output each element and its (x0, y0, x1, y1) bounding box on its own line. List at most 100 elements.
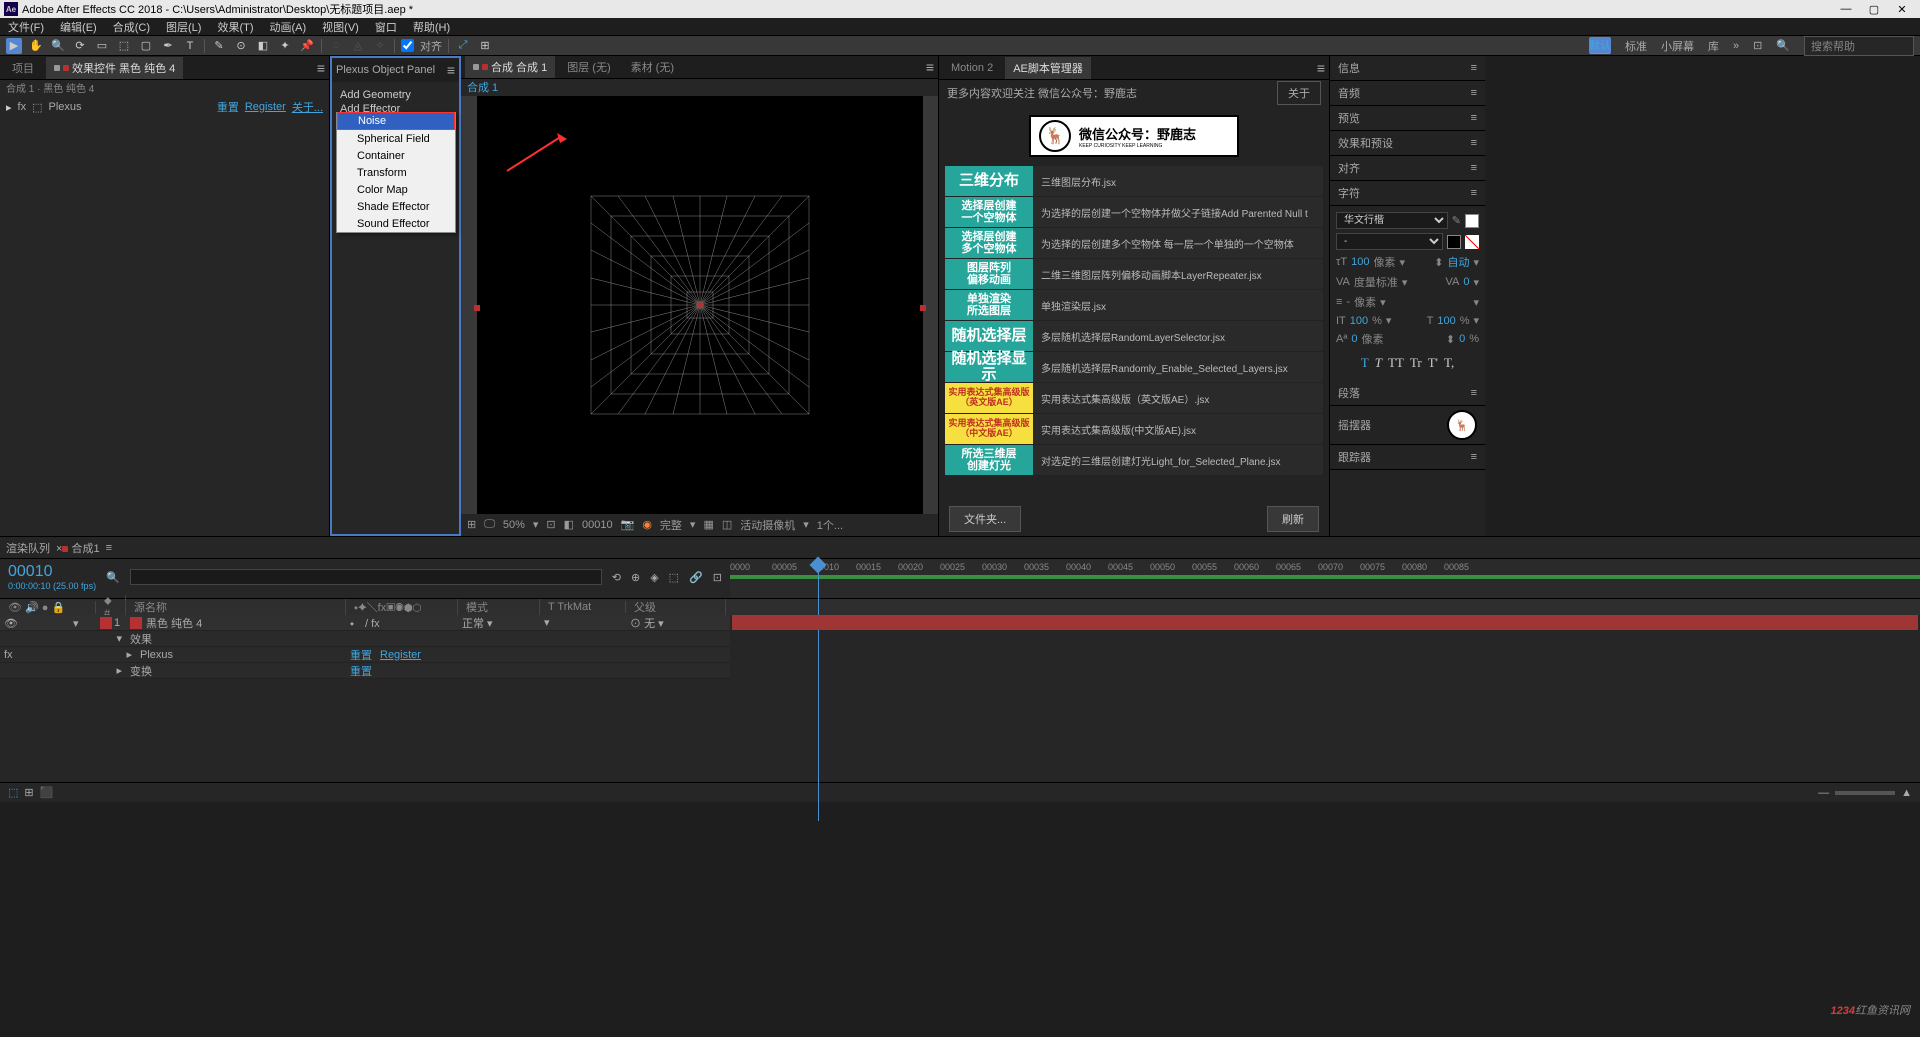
plexus-panel-menu[interactable]: ≡ (447, 62, 455, 78)
tab-comp-viewer[interactable]: 合成 合成 1 (465, 56, 555, 78)
grid-icon[interactable]: ⊞ (467, 518, 476, 531)
script-button[interactable]: 单独渲染所选图层 (945, 290, 1033, 320)
effector-shade[interactable]: Shade Effector (337, 198, 455, 215)
guides-icon[interactable]: ▦ (703, 518, 713, 531)
timeline-search[interactable] (130, 569, 602, 585)
menu-edit[interactable]: 编辑(E) (56, 19, 101, 35)
snap-tool-2[interactable]: ⊞ (477, 38, 493, 54)
script-button[interactable]: 所选三维层创建灯光 (945, 445, 1033, 475)
col-parent[interactable]: 父级 (626, 599, 726, 615)
viewer-area[interactable] (461, 96, 938, 514)
plexus-effect-row[interactable]: ▸ fx ⬚ Plexus 重置 Register 关于... (0, 98, 329, 116)
script-button[interactable]: 三维分布 (945, 166, 1033, 196)
text-tool[interactable]: T (182, 38, 198, 54)
viewer-menu[interactable]: ≡ (926, 59, 934, 75)
panel-menu-icon[interactable]: ≡ (317, 60, 325, 76)
bold-button[interactable]: T (1361, 355, 1369, 371)
script-row[interactable]: 选择层创建一个空物体为选择的层创建一个空物体并做父子链接Add Parented… (945, 197, 1323, 227)
zoom-value[interactable]: 50% (503, 519, 525, 531)
zoom-slider[interactable] (1835, 791, 1895, 795)
tab-project[interactable]: 项目 (4, 57, 42, 79)
script-button[interactable]: 实用表达式集高级版（英文版AE） (945, 383, 1033, 413)
toggle-modes-icon[interactable]: ⊞ (24, 786, 33, 799)
workspace-default[interactable]: 默认 (1589, 37, 1611, 54)
script-row[interactable]: 选择层创建多个空物体为选择的层创建多个空物体 每一层一个单独的一个空物体 (945, 228, 1323, 258)
scripts-panel-menu[interactable]: ≡ (1317, 60, 1325, 76)
tab-footage-viewer[interactable]: 素材 (无) (623, 56, 682, 78)
align-check[interactable] (401, 39, 414, 52)
effector-transform[interactable]: Transform (337, 164, 455, 181)
snap-tool-1[interactable]: ⤢ (455, 38, 471, 54)
superscript-button[interactable]: T' (1428, 355, 1438, 371)
script-button[interactable]: 选择层创建一个空物体 (945, 197, 1033, 227)
handle-right[interactable] (920, 305, 926, 311)
current-frame[interactable]: 00010 (8, 563, 96, 581)
twirl-icon[interactable]: ▸ (6, 101, 12, 114)
script-button[interactable]: 随机选择显示 (945, 352, 1033, 382)
section-wiggler[interactable]: 摇摆器 🦌 (1330, 406, 1485, 445)
workspace-small[interactable]: 小屏幕 (1661, 38, 1694, 54)
snapshot-icon[interactable]: 📷 (621, 518, 635, 531)
viewer-breadcrumb[interactable]: 合成 1 (461, 79, 938, 96)
tl-icon-6[interactable]: ⊡ (713, 571, 722, 584)
close-button[interactable]: ✕ (1896, 3, 1908, 16)
menu-help[interactable]: 帮助(H) (409, 19, 454, 35)
quality-value[interactable]: 完整 (660, 517, 682, 533)
zoom-out-icon[interactable]: — (1818, 787, 1829, 799)
tl-icon-5[interactable]: 🔗 (689, 571, 703, 584)
tab-motion[interactable]: Motion 2 (943, 59, 1001, 77)
transform-row[interactable]: ▸ 变换 重置 (0, 663, 730, 679)
clone-tool[interactable]: ⊙ (233, 38, 249, 54)
fx-group-row[interactable]: ▾ 效果 (0, 631, 730, 647)
minimize-button[interactable]: — (1840, 3, 1852, 16)
roto-tool[interactable]: ✦ (277, 38, 293, 54)
puppet-tool[interactable]: 📌 (299, 38, 315, 54)
about-link[interactable]: 关于... (292, 99, 323, 115)
menu-anim[interactable]: 动画(A) (266, 19, 311, 35)
folder-button[interactable]: 文件夹... (949, 506, 1021, 532)
tab-timeline-comp[interactable]: × 合成1 (56, 540, 100, 556)
tl-icon-2[interactable]: ⊕ (631, 571, 640, 584)
script-button[interactable]: 实用表达式集高级版（中文版AE） (945, 414, 1033, 444)
maximize-button[interactable]: ▢ (1868, 3, 1880, 16)
script-row[interactable]: 三维分布三维图层分布.jsx (945, 166, 1323, 196)
col-trkmat[interactable]: T TrkMat (540, 601, 626, 613)
timeline-menu[interactable]: ≡ (106, 542, 112, 554)
views-value[interactable]: 1个... (817, 517, 843, 533)
shape-tool[interactable]: ▢ (138, 38, 154, 54)
menu-comp[interactable]: 合成(C) (109, 19, 154, 35)
script-row[interactable]: 实用表达式集高级版（中文版AE）实用表达式集高级版(中文版AE).jsx (945, 414, 1323, 444)
size-value[interactable]: 100 (1351, 256, 1369, 268)
register-link[interactable]: Register (245, 101, 286, 113)
section-paragraph[interactable]: 段落≡ (1330, 381, 1485, 406)
smallcaps-button[interactable]: Tr (1410, 355, 1422, 371)
add-geometry[interactable]: Add Geometry (332, 88, 459, 102)
pen-tool[interactable]: ✒ (160, 38, 176, 54)
section-tracker[interactable]: 跟踪器≡ (1330, 445, 1485, 470)
script-row[interactable]: 随机选择层多层随机选择层RandomLayerSelector.jsx (945, 321, 1323, 351)
mask-icon[interactable]: ◫ (722, 518, 732, 531)
tl-icon-1[interactable]: ⟲ (612, 571, 621, 584)
plexus-fx-row[interactable]: fx ▸ Plexus 重置 Register (0, 647, 730, 663)
scripts-about-button[interactable]: 关于 (1277, 81, 1321, 105)
refresh-button[interactable]: 刷新 (1267, 506, 1319, 532)
section-info[interactable]: 信息≡ (1330, 56, 1485, 81)
effector-spherical[interactable]: Spherical Field (337, 130, 455, 147)
tab-layer-viewer[interactable]: 图层 (无) (559, 56, 618, 78)
workspace-standard[interactable]: 标准 (1625, 38, 1647, 54)
font-select[interactable]: 华文行楷 (1336, 212, 1448, 229)
script-button[interactable]: 选择层创建多个空物体 (945, 228, 1033, 258)
layer-row-1[interactable]: 👁 ▾ 1 黑色 纯色 4 ⬩ / fx 正常 ▾ ▾ ⊙ 无 ▾ (0, 615, 730, 631)
section-character[interactable]: 字符≡ (1330, 181, 1485, 206)
toggle-frame-icon[interactable]: ⬛ (40, 786, 54, 799)
workspace-more[interactable]: » (1733, 40, 1739, 52)
fill-swatch[interactable] (1465, 214, 1479, 228)
workspace-lib[interactable]: 库 (1708, 38, 1719, 54)
hand-tool[interactable]: ✋ (28, 38, 44, 54)
orbit-tool[interactable]: ⟳ (72, 38, 88, 54)
script-button[interactable]: 图层阵列偏移动画 (945, 259, 1033, 289)
tab-effect-controls[interactable]: 效果控件 黑色 纯色 4 (46, 57, 183, 79)
menu-file[interactable]: 文件(F) (4, 19, 48, 35)
section-preview[interactable]: 预览≡ (1330, 106, 1485, 131)
section-audio[interactable]: 音频≡ (1330, 81, 1485, 106)
